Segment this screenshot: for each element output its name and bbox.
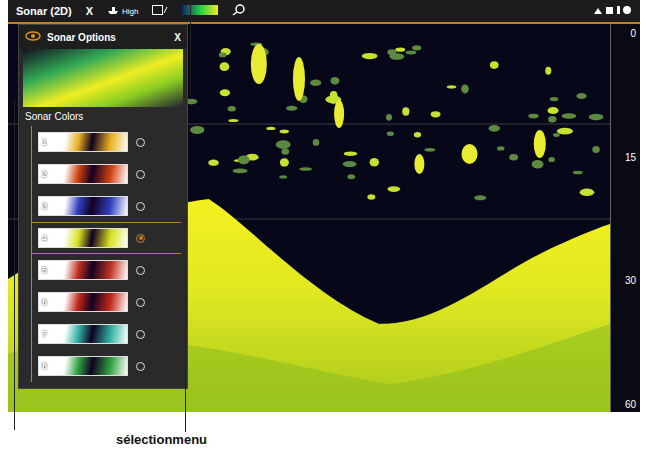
palette-radio[interactable] — [136, 362, 145, 371]
palette-number: 1 — [42, 137, 47, 147]
mode-label: High — [122, 7, 138, 16]
sonar-options-panel: Sonar Options X Sonar Colors 1 2 3 4 5 6 7 8 — [18, 24, 188, 389]
palette-thumbnail[interactable]: 3 — [38, 196, 128, 216]
eye-icon — [25, 31, 41, 43]
palette-row[interactable]: 1 — [32, 126, 181, 158]
palette-radio[interactable] — [136, 234, 145, 243]
status-icons — [592, 4, 632, 18]
depth-label: 0 — [630, 28, 636, 39]
palette-radio[interactable] — [136, 138, 145, 147]
close-button[interactable]: X — [86, 5, 93, 17]
depth-scale: 0 15 30 60 — [610, 24, 640, 412]
depth-label: 30 — [625, 275, 636, 286]
palette-radio[interactable] — [136, 170, 145, 179]
top-bar: Sonar (2D) X High — [8, 0, 640, 24]
palette-row[interactable]: 3 — [32, 190, 181, 222]
palette-number: 7 — [42, 329, 47, 339]
palette-radio[interactable] — [136, 202, 145, 211]
depth-label: 60 — [625, 399, 636, 410]
palette-row[interactable]: 7 — [32, 318, 181, 350]
boat-icon — [107, 6, 119, 17]
palette-row[interactable]: 6 — [32, 286, 181, 318]
zoom-icon[interactable] — [232, 4, 246, 18]
palette-number: 3 — [42, 201, 47, 211]
palette-thumbnail[interactable]: 8 — [38, 356, 128, 376]
palette-row[interactable]: 5 — [32, 254, 181, 286]
palette-number: 5 — [42, 265, 47, 275]
panel-header: Sonar Options X — [19, 25, 187, 49]
section-label: Sonar Colors — [19, 107, 187, 126]
leader-line — [185, 262, 186, 432]
palette-thumbnail[interactable]: 7 — [38, 324, 128, 344]
palette-row[interactable]: 2 — [32, 158, 181, 190]
palette-radio[interactable] — [136, 298, 145, 307]
depth-label: 15 — [625, 152, 636, 163]
palette-number: 4 — [42, 233, 47, 243]
leader-line — [14, 100, 15, 430]
palette-number: 6 — [42, 297, 47, 307]
caption-label: sélectionmenu — [116, 432, 207, 447]
sonar-screen: Sonar (2D)XHigh0153060Sonar OptionsXSona… — [8, 0, 640, 412]
palette-number: 2 — [42, 169, 47, 179]
palette-thumbnail[interactable]: 1 — [38, 132, 128, 152]
palette-thumbnail[interactable]: 4 — [38, 228, 128, 248]
palette-row[interactable]: 4 — [32, 222, 181, 254]
view-title: Sonar (2D) — [16, 5, 72, 17]
palette-radio[interactable] — [136, 330, 145, 339]
palette-thumbnail[interactable]: 5 — [38, 260, 128, 280]
view-icon[interactable] — [152, 5, 168, 17]
palette-list: 1 2 3 4 5 6 7 8 — [31, 126, 181, 382]
palette-number: 8 — [42, 361, 47, 371]
palette-preview — [23, 49, 183, 107]
leader-line — [190, 0, 191, 96]
palette-radio[interactable] — [136, 266, 145, 275]
palette-row[interactable]: 8 — [32, 350, 181, 382]
palette-thumbnail[interactable]: 6 — [38, 292, 128, 312]
panel-title: Sonar Options — [47, 32, 116, 43]
mode-indicator[interactable]: High — [107, 6, 138, 17]
palette-thumbnail[interactable]: 2 — [38, 164, 128, 184]
palette-icon[interactable] — [182, 5, 218, 17]
panel-close-button[interactable]: X — [174, 32, 181, 43]
